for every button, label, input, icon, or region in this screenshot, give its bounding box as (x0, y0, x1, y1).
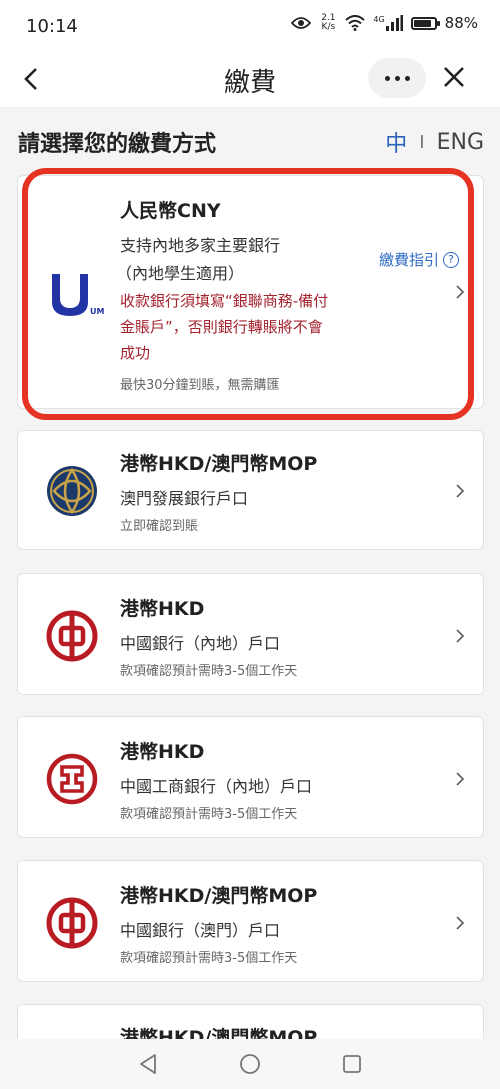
chevron-right-icon (456, 484, 465, 498)
close-button[interactable] (434, 58, 474, 98)
card-note: 款項確認預計需時3-5個工作天 (120, 664, 298, 679)
unionpay-u-icon: UM (52, 272, 104, 316)
chevron-right-icon (456, 916, 465, 930)
system-home-button[interactable] (238, 1052, 262, 1076)
system-nav-bar (0, 1039, 500, 1089)
payment-option-boc-mainland[interactable]: 港幣HKD 中國銀行（內地）戶口 款項確認預計需時3-5個工作天 (17, 573, 484, 695)
payment-option-icbc-mainland[interactable]: 港幣HKD 中國工商銀行（內地）戶口 款項確認預計需時3-5個工作天 (17, 716, 484, 838)
battery-percent: 88% (444, 14, 478, 32)
card-line: 中國工商銀行（內地）戶口 (120, 777, 313, 796)
help-icon: ? (443, 251, 459, 268)
nav-bar: 繳費 (0, 52, 500, 108)
card-note: 最快30分鐘到賬，無需購匯 (120, 378, 280, 393)
card-line: 支持內地多家主要銀行 (120, 236, 281, 255)
card-title: 港幣HKD/澳門幣MOP (120, 453, 318, 475)
bnu-emblem-icon (47, 466, 97, 516)
eye-icon (291, 17, 312, 29)
battery-icon (410, 16, 440, 30)
card-line: 澳門發展銀行戶口 (120, 489, 249, 508)
status-time: 10:14 (26, 16, 78, 37)
payment-guide-link[interactable]: 繳費指引 ? (379, 249, 459, 270)
chevron-right-icon (456, 285, 465, 299)
page-title: 請選擇您的繳費方式 (18, 132, 217, 157)
signal-icon (385, 15, 403, 31)
lang-en-button[interactable]: ENG (437, 130, 484, 155)
net-speed: 2.1 K/s (321, 13, 336, 32)
payment-option-bnu[interactable]: 港幣HKD/澳門幣MOP 澳門發展銀行戶口 立即確認到賬 (17, 430, 484, 550)
card-title: 港幣HKD/澳門幣MOP (120, 885, 318, 907)
mini-program-capsule (368, 58, 482, 98)
language-switch: 中 I ENG (385, 126, 484, 158)
chevron-right-icon (456, 772, 465, 786)
card-title: 人民幣CNY (120, 200, 221, 222)
circle-home-icon (240, 1054, 260, 1074)
payment-guide-label: 繳費指引 (378, 251, 439, 269)
card-line: 中國銀行（內地）戶口 (120, 634, 281, 653)
card-title: 港幣HKD (120, 741, 205, 763)
wifi-icon (345, 15, 366, 31)
close-icon (444, 67, 464, 87)
card-note: 立即確認到賬 (120, 519, 199, 534)
card-warning: 收款銀行須填寫“銀聯商務-備付金賬戶”，否則銀行轉賬將不會成功 (120, 292, 329, 362)
chevron-right-icon (456, 629, 465, 643)
payment-option-boc-macau[interactable]: 港幣HKD/澳門幣MOP 中國銀行（澳門）戶口 款項確認預計需時3-5個工作天 (17, 860, 484, 982)
card-note: 款項確認預計需時3-5個工作天 (120, 951, 298, 966)
unionpay-logo-text: UM (90, 307, 104, 316)
system-back-button[interactable] (136, 1052, 160, 1076)
bank-of-china-icon (46, 610, 98, 662)
lang-zh-button[interactable]: 中 (385, 126, 407, 158)
status-bar: 10:14 2.1 K/s 4G 88% (0, 0, 500, 52)
triangle-back-icon (140, 1054, 156, 1074)
more-button[interactable] (368, 58, 426, 98)
header-row: 請選擇您的繳費方式 中 I ENG (18, 126, 484, 160)
lang-separator: I (419, 131, 425, 153)
bank-of-china-icon (46, 897, 98, 949)
network-type: 4G (373, 14, 385, 24)
card-title: 港幣HKD (120, 598, 205, 620)
card-line: （內地學生適用） (116, 264, 245, 283)
card-note: 款項確認預計需時3-5個工作天 (120, 807, 298, 822)
payment-option-cny[interactable]: UM 人民幣CNY 支持內地多家主要銀行 （內地學生適用） 收款銀行須填寫“銀聯… (17, 175, 484, 409)
status-icons: 2.1 K/s 4G 88% (291, 14, 478, 32)
square-recents-icon (343, 1055, 361, 1073)
icbc-icon (46, 753, 98, 805)
card-line: 中國銀行（澳門）戶口 (120, 921, 281, 940)
system-recents-button[interactable] (340, 1052, 364, 1076)
